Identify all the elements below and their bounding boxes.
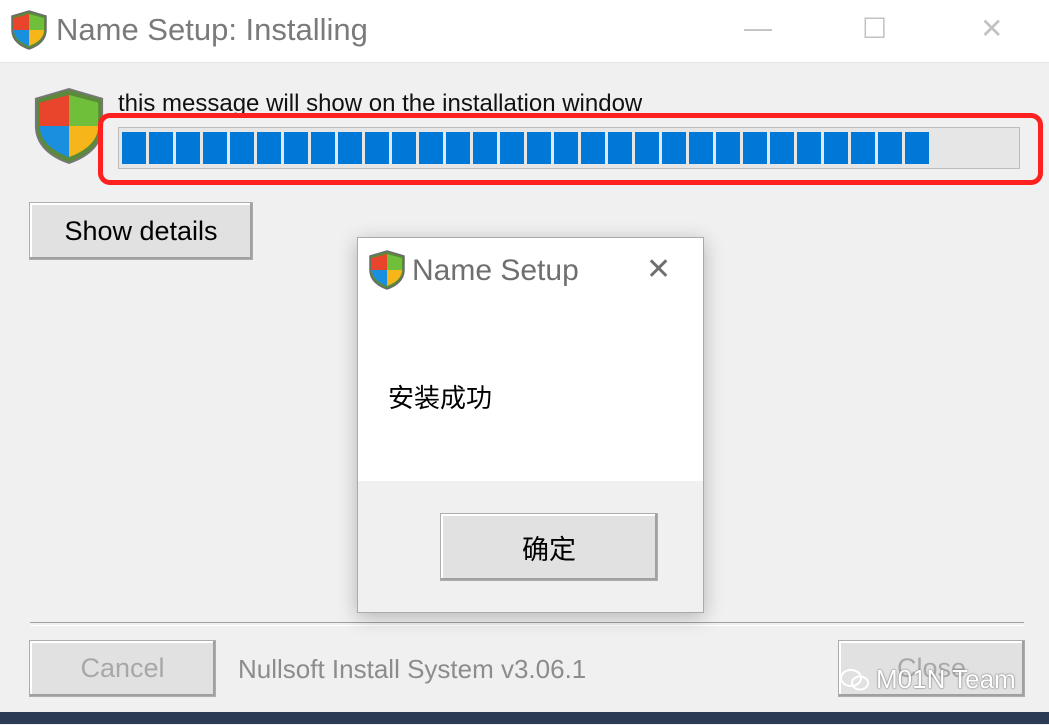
- maximize-button[interactable]: ☐: [862, 12, 887, 45]
- progress-highlight-annotation: [98, 113, 1043, 185]
- shield-icon: [34, 87, 104, 165]
- background-strip: [0, 712, 1049, 724]
- watermark-text: M01N Team: [876, 664, 1016, 694]
- minimize-button[interactable]: —: [744, 12, 772, 44]
- cancel-button[interactable]: Cancel: [29, 640, 216, 697]
- message-dialog: Name Setup ✕ 安装成功 确定: [357, 237, 704, 613]
- footer-divider: [30, 622, 1024, 626]
- shield-icon: [11, 10, 47, 50]
- nsis-branding: Nullsoft Install System v3.06.1: [238, 654, 587, 684]
- show-details-button[interactable]: Show details: [29, 202, 253, 260]
- dialog-title: Name Setup: [412, 254, 579, 287]
- dialog-message: 安装成功: [388, 383, 493, 413]
- ok-button[interactable]: 确定: [440, 513, 658, 581]
- shield-icon: [369, 250, 405, 290]
- close-window-button[interactable]: ✕: [980, 12, 1003, 45]
- window-title: Name Setup: Installing: [56, 12, 368, 47]
- dialog-close-button[interactable]: ✕: [646, 252, 671, 287]
- wechat-icon: [840, 668, 869, 690]
- watermark: M01N Team: [840, 664, 1016, 695]
